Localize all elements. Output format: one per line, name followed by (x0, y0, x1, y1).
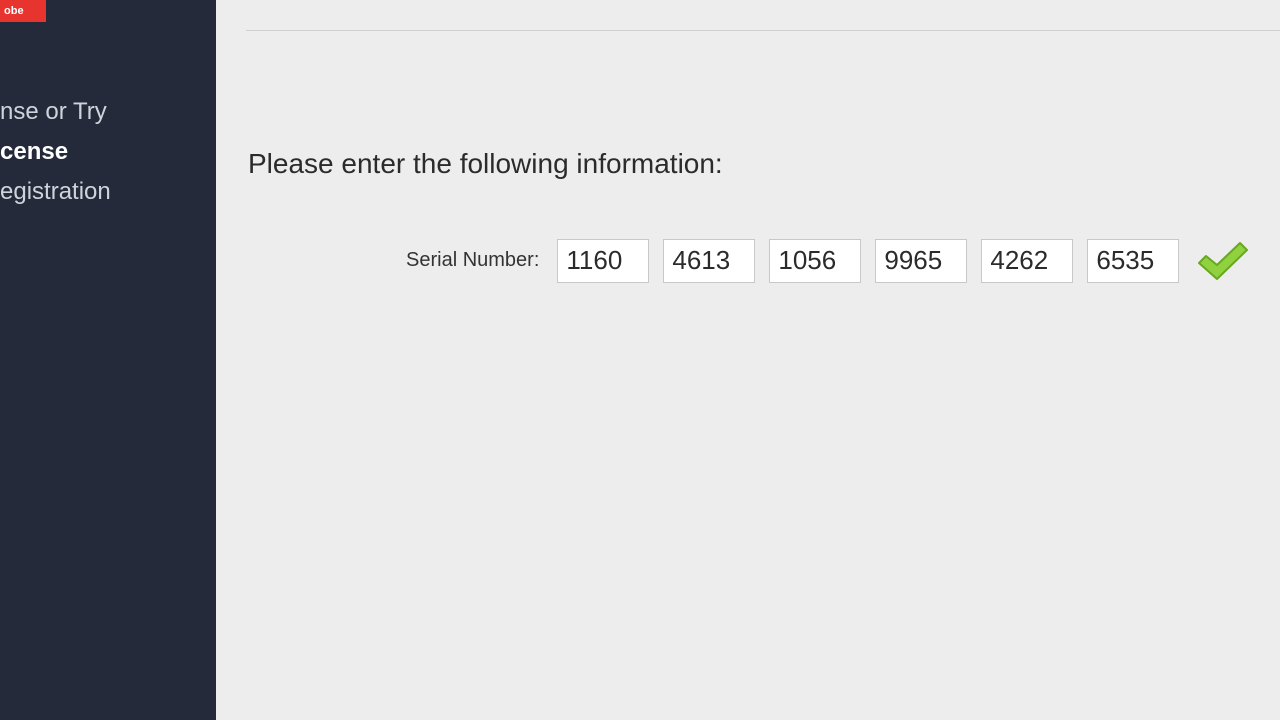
sidebar: obe nse or Try cense egistration (0, 0, 216, 720)
serial-input-6[interactable] (1087, 239, 1179, 283)
nav-item-license[interactable]: cense (0, 132, 216, 172)
brand-logo: obe (0, 0, 46, 22)
serial-input-5[interactable] (981, 239, 1073, 283)
checkmark-icon (1193, 238, 1253, 283)
serial-input-3[interactable] (769, 239, 861, 283)
nav-item-license-or-try[interactable]: nse or Try (0, 92, 216, 132)
nav-list: nse or Try cense egistration (0, 92, 216, 212)
header-divider (246, 30, 1280, 31)
nav-item-registration[interactable]: egistration (0, 172, 216, 212)
serial-row: Serial Number: (406, 238, 1253, 283)
serial-input-2[interactable] (663, 239, 755, 283)
serial-input-4[interactable] (875, 239, 967, 283)
serial-label: Serial Number: (406, 249, 539, 272)
prompt-text: Please enter the following information: (248, 148, 723, 180)
serial-input-1[interactable] (557, 239, 649, 283)
main-panel (216, 0, 1280, 720)
